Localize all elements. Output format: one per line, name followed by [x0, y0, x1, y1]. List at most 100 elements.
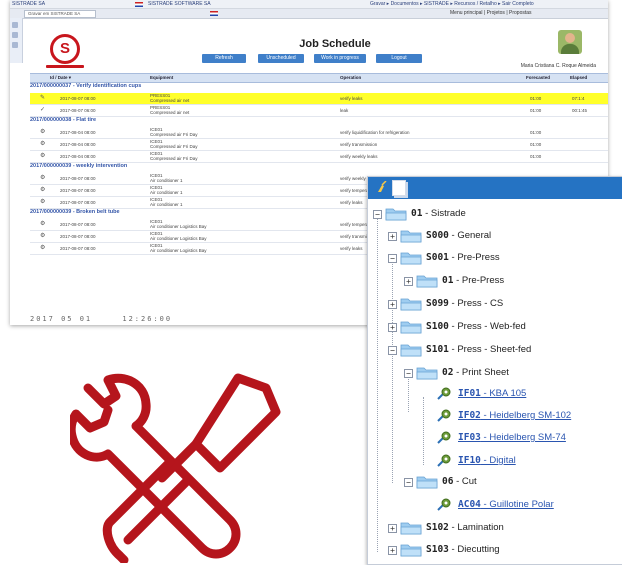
tree-node-name: - Lamination: [448, 522, 504, 533]
row-status-icon[interactable]: ⚙: [40, 245, 46, 251]
tree-node-name: - Pre-Press: [448, 252, 500, 263]
tree-node-label[interactable]: S001 - Pre-Press: [426, 252, 500, 263]
tree-node-label[interactable]: IF02 - Heidelberg SM-102: [458, 410, 571, 421]
group-header[interactable]: 2017/000000039 - weekly intervention: [30, 163, 430, 171]
toolbar-icon[interactable]: [12, 32, 18, 38]
collapse-icon[interactable]: −: [388, 254, 397, 263]
bookmark-tab-1[interactable]: SISTRADE SA: [12, 0, 45, 8]
toolbar-icon[interactable]: [12, 42, 18, 48]
tree-node-label[interactable]: S103 - Diecutting: [426, 544, 500, 555]
refresh-button[interactable]: Refresh: [202, 54, 246, 63]
row-equipment-name: Air conditioner Logistics Bay: [150, 236, 207, 241]
row-status-icon[interactable]: ⚙: [40, 175, 46, 181]
row-status-icon[interactable]: ⚙: [40, 187, 46, 193]
tree-node-code: 02: [442, 367, 454, 378]
row-operation: leak: [340, 108, 349, 113]
tree-node-name: - KBA 105: [480, 388, 527, 399]
tree-node-code: S102: [426, 522, 449, 533]
tree-node-label[interactable]: 06 - Cut: [442, 476, 477, 487]
tree-node-name: - Diecutting: [448, 544, 500, 555]
table-row[interactable]: ⚙ 2017-08-04 08:00 ICE01 Compressed air Fri…: [30, 151, 608, 163]
side-toolbar: [10, 18, 23, 63]
tree-node-label[interactable]: 01 - Sistrade: [411, 208, 466, 219]
logout-button[interactable]: Logout: [376, 54, 422, 63]
row-status-icon[interactable]: ⚙: [40, 233, 46, 239]
row-status-icon[interactable]: ⚙: [40, 221, 46, 227]
group-header[interactable]: 2017/000000037 - Verify identification c…: [30, 83, 430, 91]
menu-links[interactable]: Menu principal | Projetos | Propostas: [450, 9, 532, 18]
row-status-icon[interactable]: ⚙: [40, 129, 46, 135]
col-equipment[interactable]: Equipment: [150, 75, 173, 80]
row-status-icon[interactable]: ✓: [40, 107, 46, 113]
tree-node-label[interactable]: AC04 - Guillotine Polar: [458, 499, 554, 510]
broom-icon[interactable]: [376, 181, 388, 193]
tree-node-code: S103: [426, 544, 449, 555]
col-forecasted[interactable]: Forecasted: [526, 75, 550, 80]
tree-guide-line: [377, 217, 378, 552]
tree-node-label[interactable]: S100 - Press - Web-fed: [426, 321, 526, 332]
col-operation[interactable]: Operation: [340, 75, 361, 80]
tree-node-label[interactable]: S102 - Lamination: [426, 522, 504, 533]
footer-datetime: 2017 05 01 12:26:00: [30, 315, 390, 325]
address-text: Gravar em SISTRADE SA: [28, 11, 81, 16]
tree-node-label[interactable]: S000 - General: [426, 230, 491, 241]
tree-guide-line: [392, 261, 393, 359]
tree-node-code: IF10: [458, 455, 481, 466]
tree-node-label[interactable]: S099 - Press - CS: [426, 298, 503, 309]
tree-node-code: 01: [411, 208, 423, 219]
col-elapsed[interactable]: Elapsed: [570, 75, 587, 80]
tree-node-label[interactable]: IF10 - Digital: [458, 455, 516, 466]
table-row[interactable]: ✓ 2017-08-07 06:00 PRESS01 Compressed air n…: [30, 105, 608, 117]
table-row[interactable]: ⚙ 2017-08-04 08:00 ICE01 Compressed air Fri…: [30, 139, 608, 151]
unscheduled-button[interactable]: Unscheduled: [258, 54, 304, 63]
row-equipment-name: Compressed air Fri Day: [150, 144, 198, 149]
expand-icon[interactable]: +: [388, 524, 397, 533]
collapse-icon[interactable]: −: [388, 346, 397, 355]
tree-node-code: IF03: [458, 432, 481, 443]
table-row[interactable]: ✎ 2017-08-07 08:00 PRESS01 Compressed air n…: [30, 93, 608, 105]
tree-node-code: S000: [426, 230, 449, 241]
work-in-progress-button[interactable]: Work in progress: [314, 54, 366, 63]
expand-icon[interactable]: +: [388, 232, 397, 241]
collapse-icon[interactable]: −: [404, 478, 413, 487]
row-status-icon[interactable]: ⚙: [40, 141, 46, 147]
tree-node-label[interactable]: IF01 - KBA 105: [458, 388, 526, 399]
col-date[interactable]: Id / Date ▾: [50, 75, 71, 81]
tree-node-name: - Press - Sheet-fed: [448, 344, 532, 355]
table-row[interactable]: ⚙ 2017-08-04 08:00 ICE01 Compressed air Fri…: [30, 127, 608, 139]
folder-icon: [400, 321, 422, 334]
row-equipment-name: Air conditioner 1: [150, 190, 183, 195]
folder-icon: [400, 298, 422, 311]
row-date: 2017-08-07 08:00: [60, 200, 96, 205]
tree-node-label[interactable]: S101 - Press - Sheet-fed: [426, 344, 531, 355]
expand-icon[interactable]: +: [388, 546, 397, 555]
toolbar-icon[interactable]: [12, 22, 18, 28]
collapse-icon[interactable]: −: [404, 369, 413, 378]
row-status-icon[interactable]: ⚙: [40, 199, 46, 205]
row-status-icon[interactable]: ✎: [40, 95, 46, 101]
folder-icon: [400, 252, 422, 265]
bookmark-tab-2[interactable]: SISTRADE SOFTWARE SA: [148, 0, 211, 8]
folder-icon: [385, 208, 407, 221]
row-equipment-name: Air conditioner 1: [150, 202, 183, 207]
row-status-icon[interactable]: ⚙: [40, 153, 46, 159]
pages-icon[interactable]: [392, 180, 406, 196]
row-date: 2017-08-07 08:00: [60, 176, 96, 181]
tree-node-label[interactable]: 02 - Print Sheet: [442, 367, 509, 378]
row-forecasted: 01:00: [530, 130, 542, 135]
tree-node-name: - Press - CS: [448, 298, 504, 309]
tree-node-label[interactable]: 01 - Pre-Press: [442, 275, 504, 286]
tree-node-label[interactable]: IF03 - Heidelberg SM-74: [458, 432, 566, 443]
bookmark-links[interactable]: Gravar ▸ Documentos ▸ SISTRADE ▸ Recurso…: [370, 0, 534, 8]
collapse-icon[interactable]: −: [373, 210, 382, 219]
expand-icon[interactable]: +: [388, 300, 397, 309]
tree-node-name: - Sistrade: [422, 208, 466, 219]
group-header[interactable]: 2017/000000038 - Flat tire: [30, 117, 430, 125]
row-equipment-name: Compressed air net: [150, 98, 190, 103]
row-forecasted: 01:00: [530, 96, 542, 101]
row-operation: verify liquidification for refrigeration: [340, 130, 410, 135]
expand-icon[interactable]: +: [388, 323, 397, 332]
expand-icon[interactable]: +: [404, 277, 413, 286]
footer-time: 12:26:00: [122, 315, 173, 323]
logo-underline: [46, 65, 84, 68]
